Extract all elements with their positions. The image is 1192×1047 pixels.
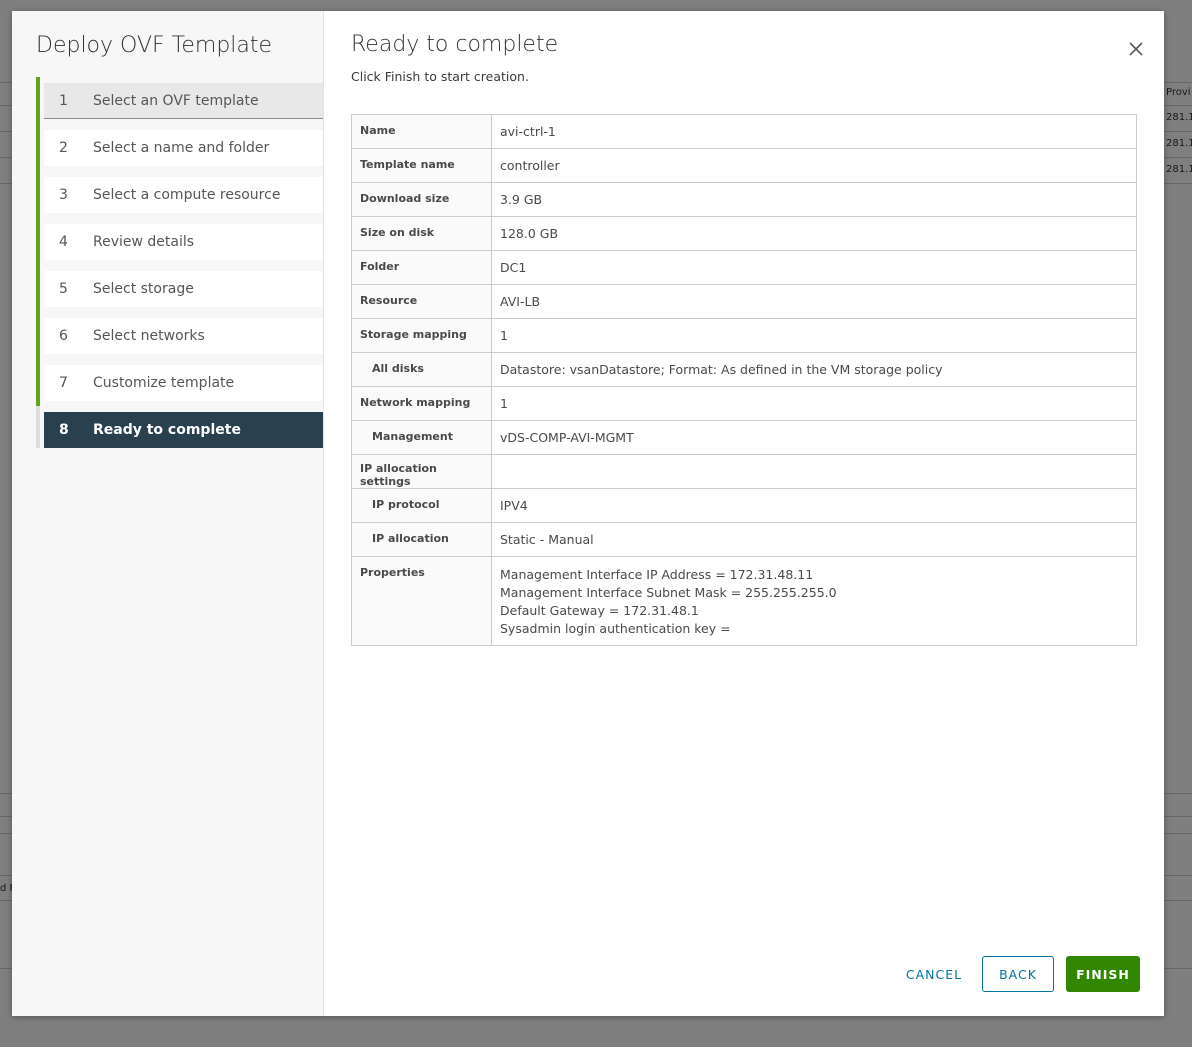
table-row: Size on disk 128.0 GB [351,216,1137,251]
wizard-step-7[interactable]: 7 Customize template [36,359,323,406]
step-number: 5 [59,281,68,297]
summary-value: Datastore: vsanDatastore; Format: As def… [491,352,1137,387]
summary-key: Properties [351,556,492,646]
step-label: Ready to complete [93,422,241,438]
step-number: 4 [59,234,68,250]
table-row: Properties Management Interface IP Addre… [351,556,1137,646]
step-number: 7 [59,375,68,391]
summary-value: 1 [491,318,1137,353]
table-row: Template name controller [351,148,1137,183]
summary-value: controller [491,148,1137,183]
step-number: 8 [59,422,69,438]
summary-value: DC1 [491,250,1137,285]
step-number: 1 [59,92,68,109]
table-row: Folder DC1 [351,250,1137,285]
step-progress-bar [36,124,40,171]
table-row: Resource AVI-LB [351,284,1137,319]
summary-key: All disks [351,352,492,387]
step-label: Select storage [93,281,194,297]
summary-value: Static - Manual [491,522,1137,557]
step-label: Select a name and folder [93,140,270,156]
summary-value [491,454,1137,489]
summary-key: Template name [351,148,492,183]
page-subtitle: Click Finish to start creation. [351,69,529,84]
step-number: 3 [59,187,68,203]
summary-key: IP protocol [351,488,492,523]
summary-value: AVI-LB [491,284,1137,319]
table-row: Name avi-ctrl-1 [351,114,1137,149]
step-progress-bar [36,406,40,448]
step-progress-bar [36,312,40,359]
step-label: Customize template [93,375,235,391]
step-label: Select an OVF template [93,92,259,109]
summary-key: Download size [351,182,492,217]
wizard-step-8[interactable]: 8 Ready to complete [36,406,323,448]
table-row: Storage mapping 1 [351,318,1137,353]
back-button[interactable]: BACK [982,956,1054,992]
wizard-step-1[interactable]: 1 Select an OVF template [36,77,323,124]
step-progress-bar [36,265,40,312]
property-line: Management Interface Subnet Mask = 255.2… [500,585,837,600]
summary-value: vDS-COMP-AVI-MGMT [491,420,1137,455]
table-row: Network mapping 1 [351,386,1137,421]
property-line: Sysadmin login authentication key = [500,621,731,636]
table-row: All disks Datastore: vsanDatastore; Form… [351,352,1137,387]
step-progress-bar [36,171,40,218]
wizard-steps: 1 Select an OVF template 2 Select a name… [36,77,323,459]
wizard-step-4[interactable]: 4 Review details [36,218,323,265]
wizard-sidebar: Deploy OVF Template 1 Select an OVF temp… [12,11,324,1016]
table-row: IP protocol IPV4 [351,488,1137,523]
step-number: 6 [59,328,68,344]
close-icon[interactable] [1126,39,1146,59]
wizard-title: Deploy OVF Template [36,33,273,58]
summary-value: 128.0 GB [491,216,1137,251]
wizard-step-3[interactable]: 3 Select a compute resource [36,171,323,218]
summary-value: IPV4 [491,488,1137,523]
table-row: IP allocation settings [351,454,1137,489]
step-label: Select networks [93,328,205,344]
property-line: Management Interface IP Address = 172.31… [500,567,814,582]
summary-key: Resource [351,284,492,319]
wizard-step-5[interactable]: 5 Select storage [36,265,323,312]
step-progress-bar [36,359,40,406]
page-title: Ready to complete [351,32,559,57]
deploy-ovf-modal: Deploy OVF Template 1 Select an OVF temp… [12,11,1164,1016]
summary-key: Name [351,114,492,149]
summary-value: 3.9 GB [491,182,1137,217]
summary-table: Name avi-ctrl-1 Template name controller… [351,114,1137,646]
table-row: IP allocation Static - Manual [351,522,1137,557]
cancel-button[interactable]: CANCEL [892,956,976,992]
step-label: Review details [93,234,195,250]
wizard-step-2[interactable]: 2 Select a name and folder [36,124,323,171]
step-label: Select a compute resource [93,187,281,203]
step-progress-bar [36,218,40,265]
finish-button[interactable]: FINISH [1066,956,1140,992]
wizard-step-6[interactable]: 6 Select networks [36,312,323,359]
summary-key: Storage mapping [351,318,492,353]
summary-value: 1 [491,386,1137,421]
table-row: Download size 3.9 GB [351,182,1137,217]
summary-key: Folder [351,250,492,285]
step-number: 2 [59,140,68,156]
summary-key: IP allocation [351,522,492,557]
summary-key: Network mapping [351,386,492,421]
property-line: Default Gateway = 172.31.48.1 [500,603,699,618]
properties-value: Management Interface IP Address = 172.31… [491,556,1137,646]
step-content: Ready to complete Click Finish to start … [351,31,1141,84]
table-row: Management vDS-COMP-AVI-MGMT [351,420,1137,455]
step-progress-bar [36,77,40,124]
summary-value: avi-ctrl-1 [491,114,1137,149]
summary-key: IP allocation settings [351,454,492,489]
summary-key: Management [351,420,492,455]
summary-key: Size on disk [351,216,492,251]
